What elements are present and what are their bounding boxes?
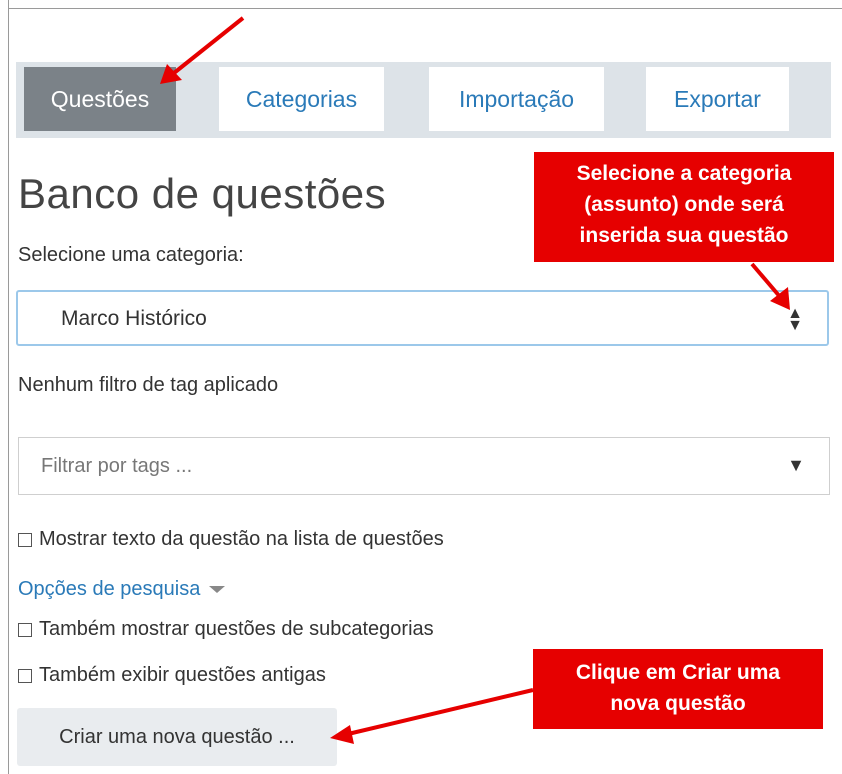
arrow-to-create-button [330,688,534,744]
arrow-to-category-select [750,262,790,310]
arrow-to-questoes-tab [160,16,245,84]
annotation-arrows [160,16,790,744]
